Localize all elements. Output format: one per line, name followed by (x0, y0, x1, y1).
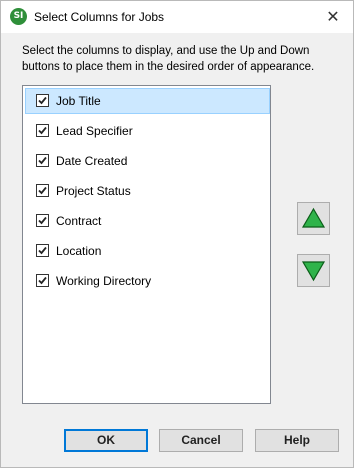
list-item-contract[interactable]: Contract (25, 208, 270, 234)
up-arrow-icon (301, 207, 326, 228)
list-item-label: Job Title (56, 94, 101, 108)
close-button[interactable]: ✕ (321, 5, 345, 29)
list-item-project-status[interactable]: Project Status (25, 178, 270, 204)
move-up-button[interactable] (297, 202, 330, 235)
checkbox-location[interactable] (36, 244, 49, 257)
list-item-label: Date Created (56, 154, 128, 168)
select-columns-dialog: SI Select Columns for Jobs ✕ Select the … (0, 0, 354, 468)
cancel-button[interactable]: Cancel (159, 429, 243, 452)
app-logo-icon: SI (10, 8, 27, 25)
list-item-date-created[interactable]: Date Created (25, 148, 270, 174)
instructions-text: Select the columns to display, and use t… (22, 45, 315, 73)
down-arrow-icon (301, 261, 326, 282)
list-item-label: Working Directory (56, 274, 152, 288)
checkbox-job-title[interactable] (36, 94, 49, 107)
list-item-label: Contract (56, 214, 102, 228)
list-item-label: Location (56, 244, 102, 258)
help-button[interactable]: Help (255, 429, 339, 452)
list-item-lead-specifier[interactable]: Lead Specifier (25, 118, 270, 144)
list-item-location[interactable]: Location (25, 238, 270, 264)
list-item-label: Project Status (56, 184, 131, 198)
move-down-button[interactable] (297, 254, 330, 287)
title-bar: SI Select Columns for Jobs ✕ (1, 1, 353, 33)
checkbox-date-created[interactable] (36, 154, 49, 167)
columns-listbox[interactable]: Job Title Lead Specifier Date Created Pr… (22, 85, 271, 404)
list-item-label: Lead Specifier (56, 124, 133, 138)
checkbox-project-status[interactable] (36, 184, 49, 197)
list-item-working-directory[interactable]: Working Directory (25, 268, 270, 294)
checkbox-lead-specifier[interactable] (36, 124, 49, 137)
list-item-job-title[interactable]: Job Title (25, 88, 270, 114)
window-title: Select Columns for Jobs (34, 10, 165, 24)
ok-button[interactable]: OK (64, 429, 148, 452)
checkbox-contract[interactable] (36, 214, 49, 227)
checkbox-working-directory[interactable] (36, 274, 49, 287)
